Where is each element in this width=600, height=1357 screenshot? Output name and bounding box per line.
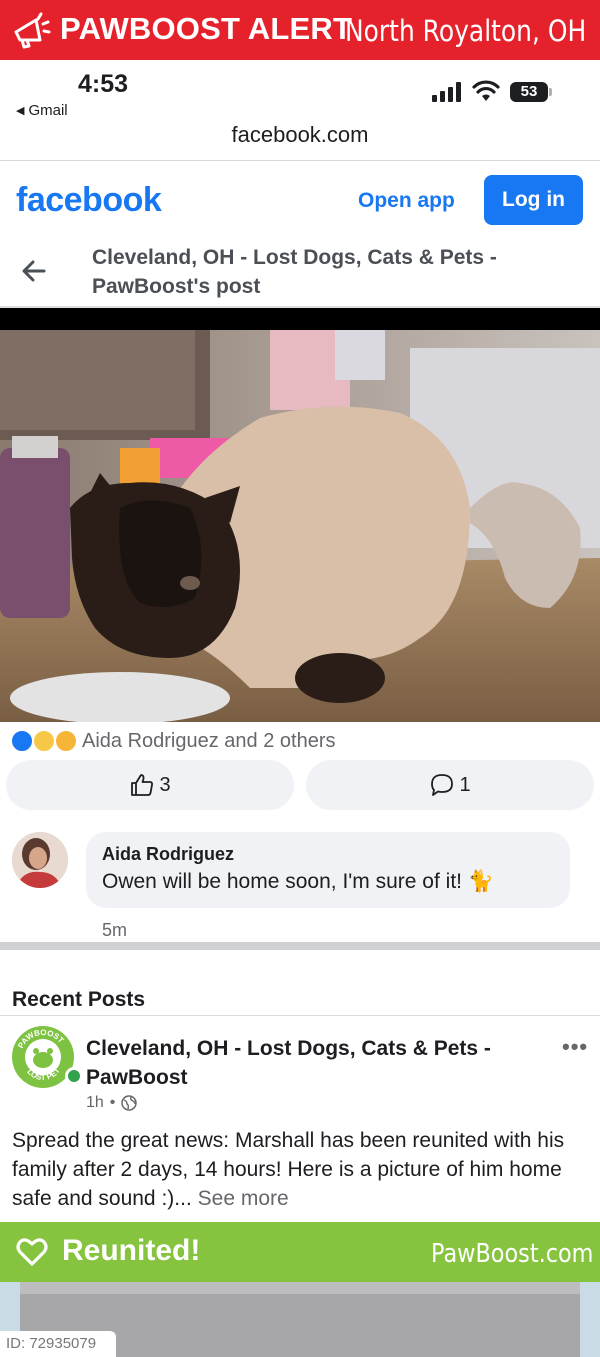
status-time: 4:53 bbox=[78, 70, 129, 98]
like-button[interactable]: 3 bbox=[6, 760, 294, 810]
back-app-label: Gmail bbox=[28, 102, 68, 119]
reunited-label: Reunited! bbox=[62, 1234, 201, 1267]
page-name[interactable]: Cleveland, OH - Lost Dogs, Cats & Pets -… bbox=[86, 1034, 546, 1092]
cat-photo-image bbox=[0, 330, 600, 722]
post-body: Spread the great news: Marshall has been… bbox=[12, 1126, 592, 1213]
more-options-icon[interactable]: ••• bbox=[562, 1034, 588, 1060]
online-status-dot bbox=[65, 1067, 83, 1085]
comment-bubble-icon bbox=[431, 774, 454, 796]
open-app-link[interactable]: Open app bbox=[358, 189, 455, 213]
post-title: Cleveland, OH - Lost Dogs, Cats & Pets -… bbox=[92, 246, 497, 298]
comment-text: Owen will be home soon, I'm sure of it! … bbox=[102, 870, 494, 893]
alert-title: PAWBOOST ALERT bbox=[60, 11, 353, 46]
megaphone-icon bbox=[14, 12, 51, 49]
recent-posts-heading: Recent Posts bbox=[12, 988, 146, 1011]
back-triangle-icon: ◀ bbox=[16, 105, 25, 117]
heart-icon bbox=[16, 1238, 48, 1266]
like-count: 3 bbox=[159, 773, 171, 796]
battery-level: 53 bbox=[510, 82, 548, 102]
status-bar: 4:53 ◀ Gmail 53 facebook.com bbox=[0, 60, 600, 160]
reunited-banner: Reunited! PawBoost.com bbox=[0, 1222, 600, 1282]
battery-icon: 53 bbox=[510, 82, 552, 102]
reactions-text: Aida Rodriguez and 2 others bbox=[82, 729, 336, 752]
comment-count: 1 bbox=[459, 773, 471, 796]
comment-button[interactable]: 1 bbox=[306, 760, 594, 810]
pawboost-alert-banner: PAWBOOST ALERT North Royalton, OH bbox=[0, 0, 600, 60]
log-in-button[interactable]: Log in bbox=[484, 175, 583, 225]
post-id-label: ID: 72935079 bbox=[0, 1331, 116, 1357]
like-reaction-icon bbox=[10, 729, 34, 753]
pawboost-site-label: PawBoost.com bbox=[431, 1239, 594, 1269]
address-bar-url[interactable]: facebook.com bbox=[0, 122, 600, 148]
globe-icon bbox=[121, 1095, 138, 1111]
reactions-summary[interactable]: Aida Rodriguez and 2 others bbox=[10, 728, 336, 754]
commenter-avatar[interactable] bbox=[12, 832, 68, 888]
thumbs-up-icon bbox=[131, 774, 154, 796]
post-time[interactable]: 1h bbox=[86, 1094, 104, 1112]
back-to-app-link[interactable]: ◀ Gmail bbox=[16, 102, 68, 119]
facebook-header: facebook Open app Log in bbox=[0, 161, 600, 241]
commenter-avatar-image bbox=[12, 832, 68, 888]
comment-author[interactable]: Aida Rodriguez bbox=[102, 844, 554, 865]
comment-timestamp: 5m bbox=[102, 920, 128, 940]
care-reaction-icon bbox=[54, 729, 78, 753]
wifi-icon bbox=[472, 80, 500, 101]
post-photo[interactable] bbox=[0, 308, 600, 722]
comment-bubble: Aida Rodriguez Owen will be home soon, I… bbox=[86, 832, 570, 908]
post-title-row: Cleveland, OH - Lost Dogs, Cats & Pets -… bbox=[0, 241, 600, 307]
facebook-logo[interactable]: facebook bbox=[16, 181, 162, 220]
see-more-link[interactable]: See more bbox=[198, 1187, 289, 1210]
reaction-icons bbox=[10, 728, 82, 754]
alert-location: North Royalton, OH bbox=[345, 14, 587, 48]
cellular-signal-icon bbox=[432, 82, 461, 102]
back-arrow-icon[interactable] bbox=[20, 257, 48, 285]
sad-reaction-icon bbox=[32, 729, 56, 753]
post-meta: 1h • bbox=[86, 1094, 138, 1112]
